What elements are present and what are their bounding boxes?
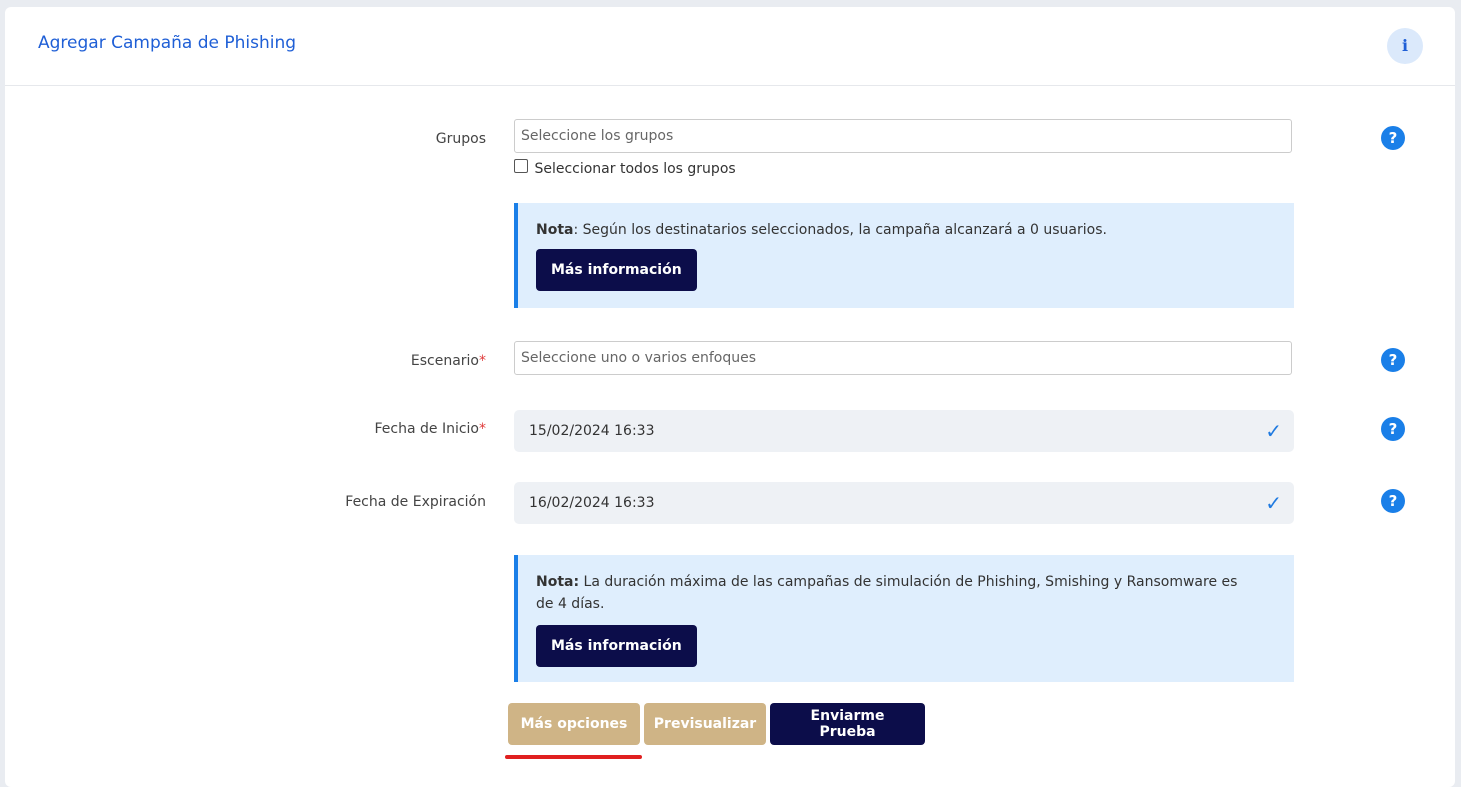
preview-button[interactable]: Previsualizar (644, 703, 766, 745)
expiry-date-input[interactable]: 16/02/2024 16:33 ✓ (514, 482, 1294, 524)
highlight-underline (505, 755, 642, 759)
groups-select[interactable]: Seleccione los grupos (514, 119, 1292, 153)
select-all-label: Seleccionar todos los grupos (534, 161, 736, 177)
more-options-button[interactable]: Más opciones (508, 703, 640, 745)
more-info-button[interactable]: Más información (536, 249, 697, 291)
scenario-placeholder: Seleccione uno o varios enfoques (521, 350, 757, 366)
expiry-date-label: Fecha de Expiración (345, 494, 486, 510)
page-title: Agregar Campaña de Phishing (38, 33, 297, 53)
scenario-label: Escenario* (410, 353, 486, 369)
duration-note-text: Nota: La duración máxima de las campañas… (536, 574, 1238, 612)
start-date-help-icon[interactable]: ? (1381, 417, 1405, 441)
scenario-select[interactable]: Seleccione uno o varios enfoques (514, 341, 1292, 375)
start-date-check-icon: ✓ (1265, 419, 1282, 443)
select-all-checkbox[interactable] (514, 159, 528, 173)
start-date-label: Fecha de Inicio* (374, 421, 487, 437)
start-date-input[interactable]: 15/02/2024 16:33 ✓ (514, 410, 1294, 452)
more-info-button-2[interactable]: Más información (536, 625, 697, 667)
expiry-date-check-icon: ✓ (1265, 491, 1282, 515)
send-test-button[interactable]: Enviarme Prueba (770, 703, 925, 745)
expiry-date-help-icon[interactable]: ? (1381, 489, 1405, 513)
groups-help-icon[interactable]: ? (1381, 126, 1405, 150)
expiry-date-value: 16/02/2024 16:33 (529, 495, 655, 511)
card-header: Agregar Campaña de Phishing i (5, 7, 1455, 86)
recipients-note-text: Nota: Según los destinatarios selecciona… (536, 222, 1107, 238)
scenario-help-icon[interactable]: ? (1381, 348, 1405, 372)
info-icon[interactable]: i (1387, 28, 1423, 64)
recipients-note: Nota: Según los destinatarios selecciona… (514, 203, 1294, 308)
select-all-groups[interactable]: Seleccionar todos los grupos (514, 159, 736, 177)
groups-placeholder: Seleccione los grupos (521, 128, 674, 144)
groups-label: Grupos (435, 131, 486, 147)
start-date-value: 15/02/2024 16:33 (529, 423, 655, 439)
duration-note: Nota: La duración máxima de las campañas… (514, 555, 1294, 682)
